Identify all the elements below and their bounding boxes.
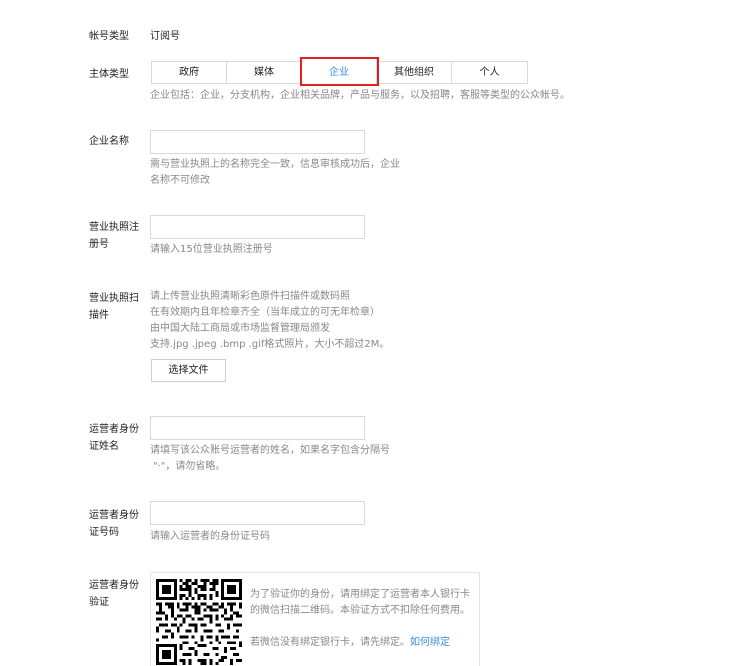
entity-type-segmented-control: 政府 媒体 企业 其他组织 个人 [151,57,528,86]
choose-file-button[interactable]: 选择文件 [151,359,226,382]
license-scan-hint-3: 由中国大陆工商局或市场监督管理局颁发 [150,323,330,334]
operator-name-hint-line1: 请填写该公众账号运营者的姓名，如果名字包含分隔号 [150,445,390,456]
license-scan-hint-1: 请上传营业执照清晰彩色原件扫描件或数码照 [150,291,350,302]
company-name-hint-line2: 名称不可修改 [150,175,210,186]
operator-id-label-line2: 证号码 [89,527,119,538]
license-scan-label-line2: 描件 [89,310,109,321]
entity-option-individual[interactable]: 个人 [452,62,527,83]
account-type-label: 帐号类型 [89,31,129,42]
entity-type-label: 主体类型 [89,69,129,80]
operator-name-hint-line2: "·"，请勿省略。 [153,461,226,472]
operator-id-input[interactable] [150,501,365,525]
entity-type-hint: 企业包括：企业，分支机构，企业相关品牌，产品与服务，以及招聘，客服等类型的公众帐… [150,90,570,101]
operator-name-input[interactable] [150,416,365,440]
operator-id-hint: 请输入运营者的身份证号码 [150,531,270,542]
entity-option-government[interactable]: 政府 [152,62,227,83]
operator-name-label-line1: 运营者身份 [89,424,139,435]
verify-desc-line1: 为了验证你的身份，请用绑定了运营者本人银行卡 [250,589,470,600]
entity-option-other-org[interactable]: 其他组织 [377,62,452,83]
operator-name-label-line2: 证姓名 [89,441,119,452]
license-number-hint: 请输入15位营业执照注册号 [150,244,273,255]
account-type-value: 订阅号 [150,31,180,42]
operator-verify-label-line1: 运营者身份 [89,580,139,591]
license-number-label-line2: 册号 [89,239,109,250]
how-to-bind-link[interactable]: 如何绑定 [410,637,450,648]
verify-desc-line2: 的微信扫描二维码。本验证方式不扣除任何费用。 [250,605,470,616]
operator-verify-label-line2: 验证 [89,597,109,608]
license-scan-hint-2: 在有效期内且年检章齐全（当年成立的可无年检章） [150,307,380,318]
license-scan-hint-4: 支持.jpg .jpeg .bmp .gif格式照片，大小不超过2M。 [150,339,390,350]
entity-option-media[interactable]: 媒体 [227,62,302,83]
company-name-label: 企业名称 [89,136,129,147]
wechat-qr-code-icon[interactable] [156,577,242,666]
company-name-hint-line1: 需与营业执照上的名称完全一致，信息审核成功后，企业 [150,159,400,170]
verify-no-card-row: 若微信没有绑定银行卡，请先绑定。如何绑定 [250,635,450,651]
verify-no-card-text: 若微信没有绑定银行卡，请先绑定。 [250,637,410,648]
operator-verify-panel: 为了验证你的身份，请用绑定了运营者本人银行卡 的微信扫描二维码。本验证方式不扣除… [150,572,480,666]
license-scan-label-line1: 营业执照扫 [89,293,139,304]
license-number-label-line1: 营业执照注 [89,222,139,233]
company-name-input[interactable] [150,130,365,154]
entity-option-enterprise[interactable]: 企业 [300,57,379,86]
license-number-input[interactable] [150,215,365,239]
operator-id-label-line1: 运营者身份 [89,510,139,521]
